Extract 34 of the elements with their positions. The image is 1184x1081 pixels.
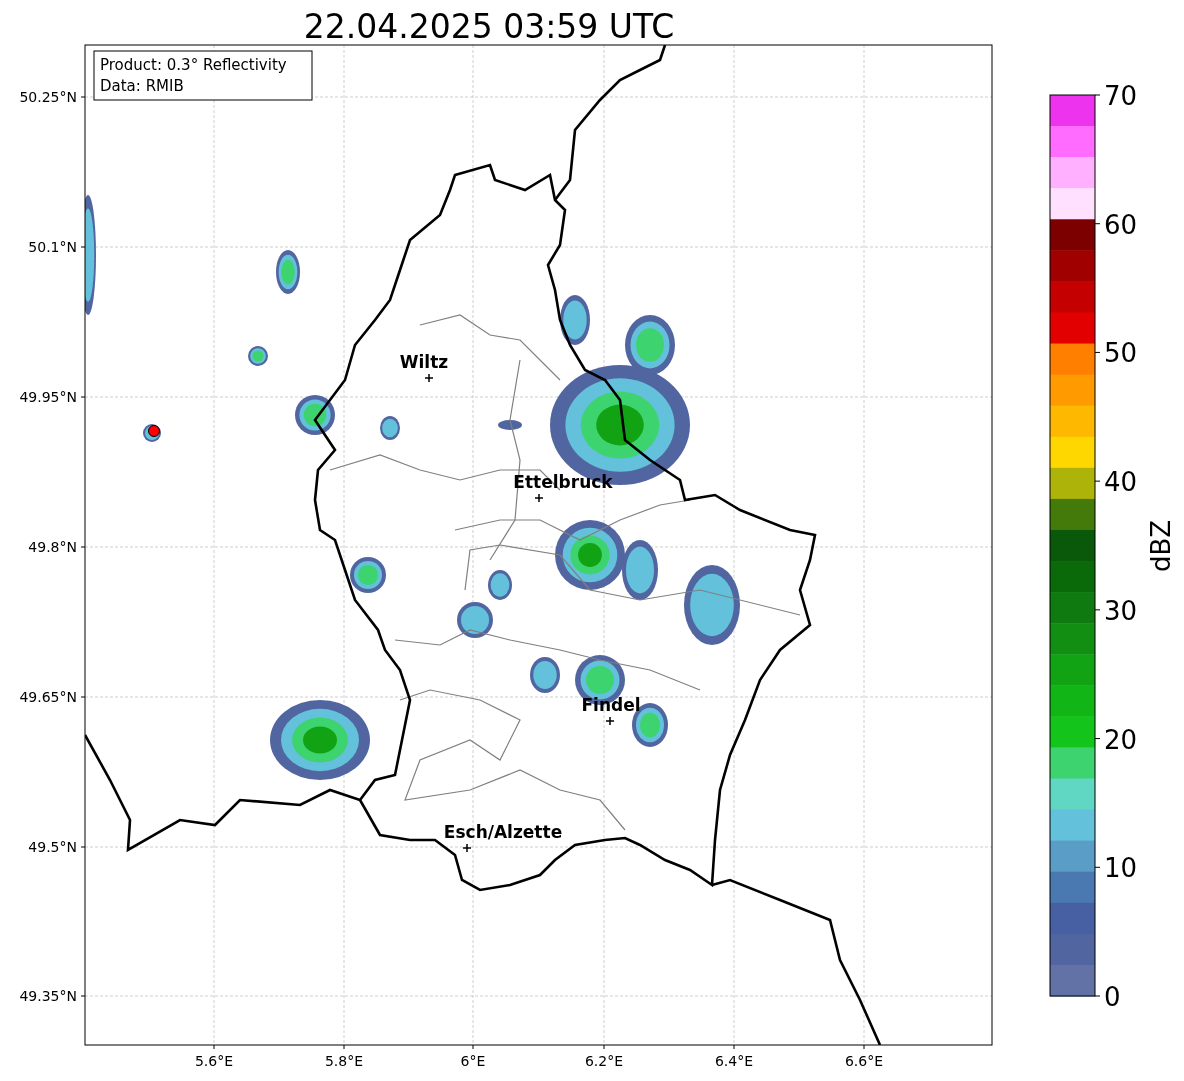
info-text: Data: RMIB xyxy=(100,77,184,95)
axis-tick-label: 6°E xyxy=(460,1053,486,1069)
colorbar-tick-label: 0 xyxy=(1104,982,1121,1012)
axis-tick-label: 49.95°N xyxy=(19,389,77,405)
city-marker-icon xyxy=(462,843,472,853)
city-label: Esch/Alzette xyxy=(443,822,563,842)
info-text: Product: 0.3° Reflectivity xyxy=(100,56,287,74)
colorbar-tick-label: 50 xyxy=(1104,338,1138,369)
axis-tick-label: 50.1°N xyxy=(28,239,77,255)
axis-tick-label: 6.2°E xyxy=(584,1053,624,1069)
colorbar-tick-label: 20 xyxy=(1104,724,1138,755)
axis-tick-label: 5.6°E xyxy=(194,1053,234,1069)
city-marker-icon xyxy=(424,373,434,383)
axis-tick-label: 49.5°N xyxy=(28,839,77,855)
axis-tick-label: 50.25°N xyxy=(19,89,77,105)
colorbar-tick-label: 30 xyxy=(1104,595,1138,626)
colorbar-tick-label: 70 xyxy=(1104,81,1138,111)
city-label: Findel xyxy=(581,695,641,715)
axis-tick-label: 49.65°N xyxy=(19,689,77,705)
colorbar-tick-label: 60 xyxy=(1104,209,1138,240)
city-label: Ettelbruck xyxy=(513,472,613,492)
radar-site-icon xyxy=(148,425,160,437)
city-marker-icon xyxy=(534,493,544,503)
axis-tick-label: 49.8°N xyxy=(28,539,77,555)
axis-tick-label: 5.8°E xyxy=(324,1053,364,1069)
colorbar-tick-label: 40 xyxy=(1104,467,1138,498)
colorbar-label: dBZ xyxy=(1146,519,1176,573)
city-marker-icon xyxy=(605,716,615,726)
colorbar-tick-label: 10 xyxy=(1104,853,1138,884)
axis-tick-label: 49.35°N xyxy=(19,988,77,1004)
city-label: Wiltz xyxy=(399,352,449,372)
axis-tick-label: 6.4°E xyxy=(714,1053,754,1069)
axis-tick-label: 6.6°E xyxy=(844,1053,884,1069)
chart-title: 22.04.2025 03:59 UTC xyxy=(303,7,675,46)
